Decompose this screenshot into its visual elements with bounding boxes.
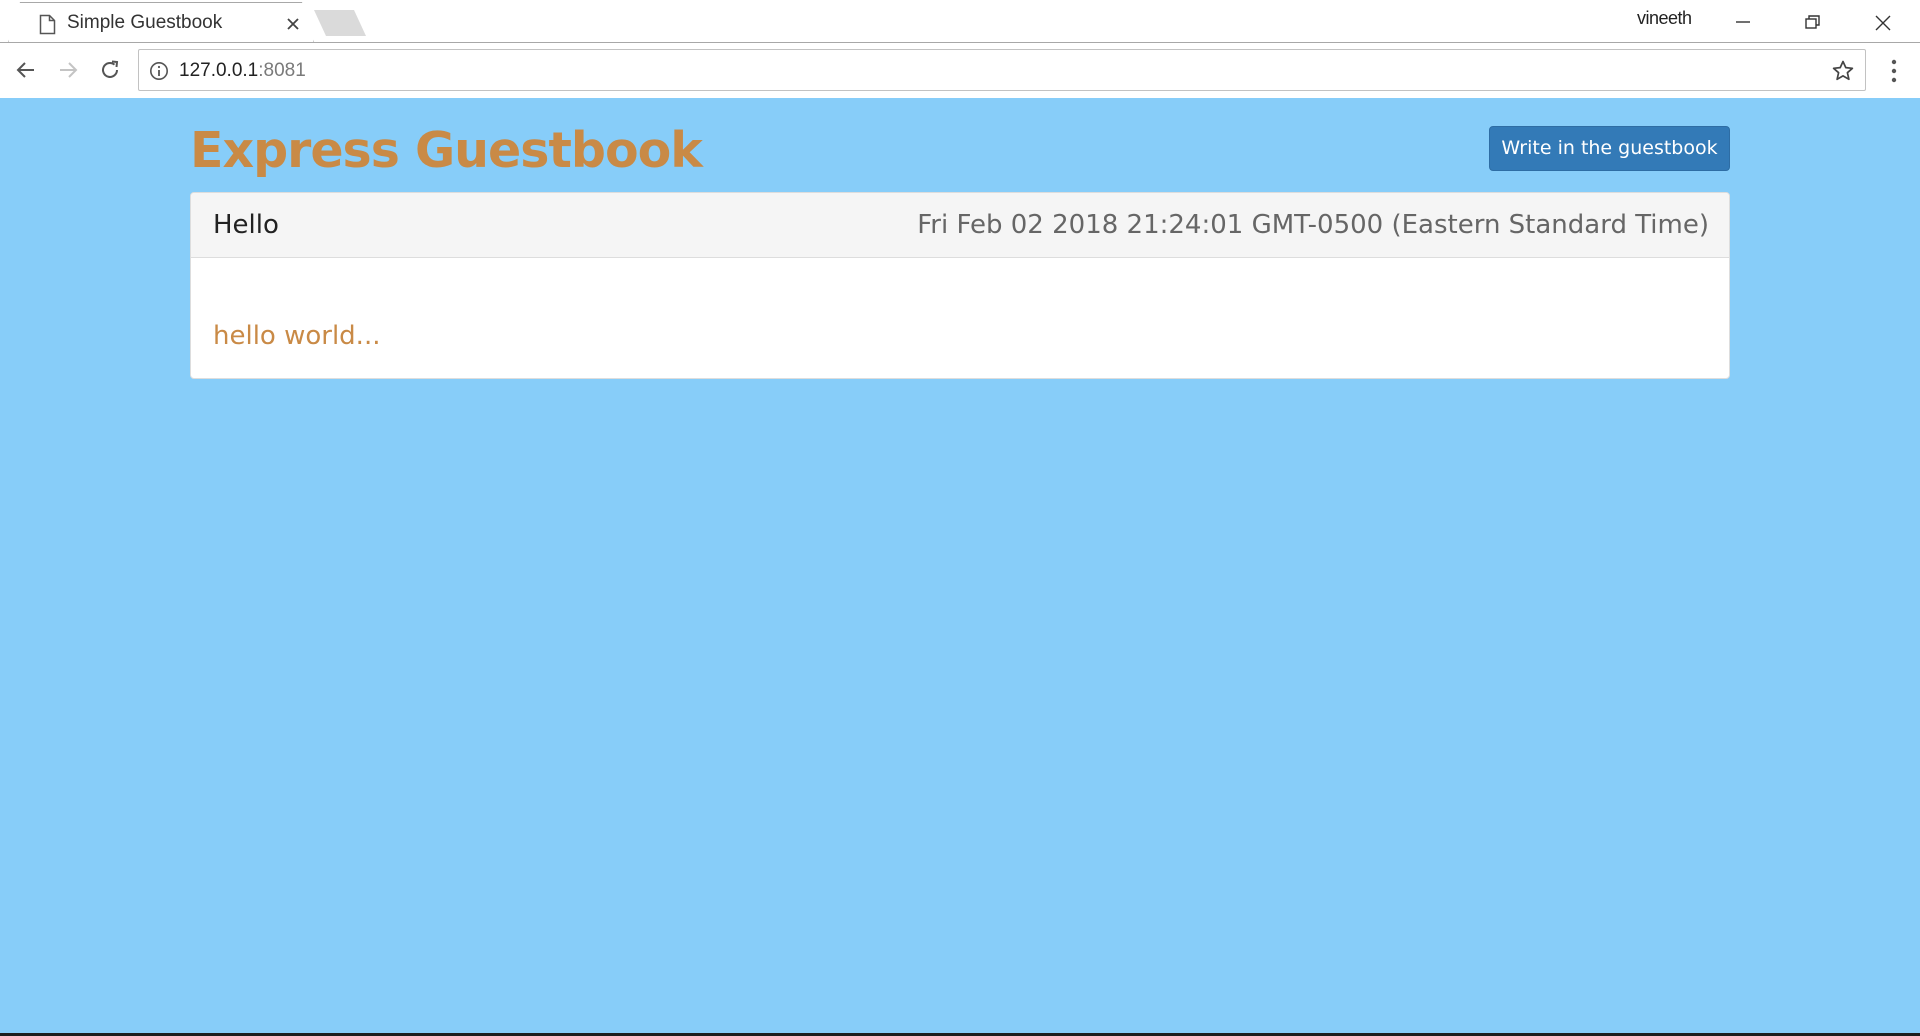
address-bar[interactable]: 127.0.0.1:8081	[138, 49, 1866, 91]
restore-icon	[1805, 15, 1820, 29]
kebab-menu-icon[interactable]	[1882, 58, 1906, 84]
star-icon[interactable]	[1831, 59, 1855, 83]
url-host: 127.0.0.1	[179, 60, 259, 81]
restore-button[interactable]	[1790, 7, 1836, 37]
window-close-button[interactable]	[1860, 7, 1906, 37]
write-guestbook-button[interactable]: Write in the guestbook	[1489, 126, 1730, 171]
reload-icon	[102, 60, 119, 78]
browser-titlebar: Simple Guestbook vineeth	[0, 0, 1920, 43]
back-arrow-icon	[16, 62, 34, 78]
page-title: Express Guestbook	[190, 122, 703, 179]
close-icon	[1875, 15, 1891, 31]
forward-button[interactable]	[51, 53, 85, 87]
back-button[interactable]	[9, 53, 43, 87]
url-port: :8081	[258, 60, 306, 81]
guestbook-entry: Hello Fri Feb 02 2018 21:24:01 GMT-0500 …	[190, 192, 1730, 379]
browser-toolbar: 127.0.0.1:8081	[0, 43, 1920, 141]
page-icon	[39, 14, 56, 35]
info-icon[interactable]	[149, 61, 169, 81]
entry-date: Fri Feb 02 2018 21:24:01 GMT-0500 (Easte…	[917, 210, 1709, 240]
browser-tab[interactable]: Simple Guestbook	[8, 2, 314, 43]
page-content: Express Guestbook Write in the guestbook…	[0, 98, 1920, 1036]
entry-body: hello world...	[213, 321, 381, 351]
forward-arrow-icon	[60, 62, 78, 78]
close-icon[interactable]	[285, 16, 301, 32]
minimize-icon	[1736, 21, 1750, 23]
reload-button[interactable]	[93, 53, 127, 87]
minimize-button[interactable]	[1720, 7, 1766, 37]
new-tab-button[interactable]	[314, 10, 366, 36]
entry-title: Hello	[213, 210, 279, 240]
url-text: 127.0.0.1:8081	[179, 60, 306, 82]
entry-heading: Hello Fri Feb 02 2018 21:24:01 GMT-0500 …	[191, 193, 1729, 258]
profile-name[interactable]: vineeth	[1637, 8, 1692, 29]
tab-title: Simple Guestbook	[67, 12, 223, 33]
